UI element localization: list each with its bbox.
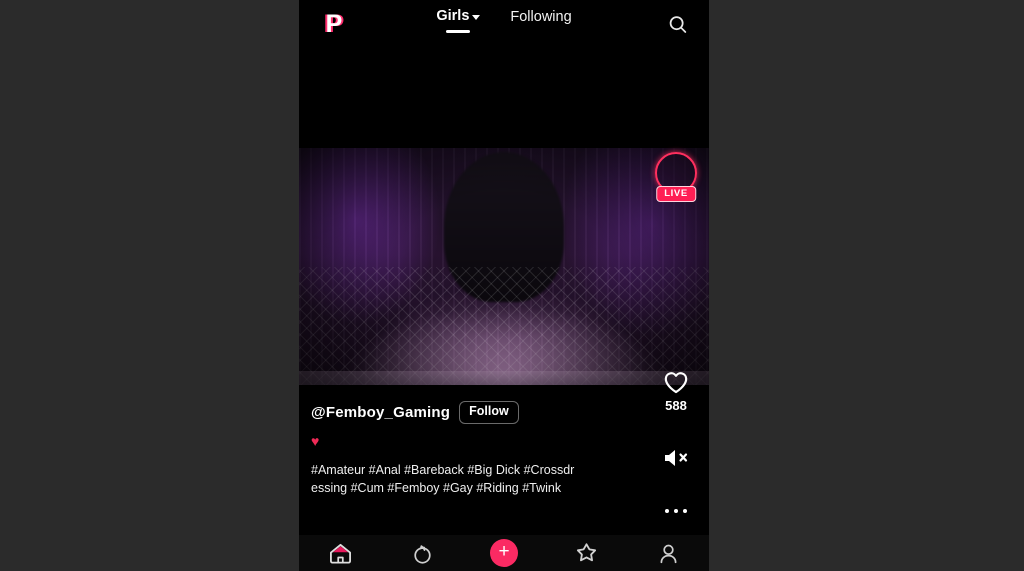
search-button[interactable] [665,12,691,38]
nav-item-favorites[interactable] [563,536,609,570]
plus-icon: + [490,539,518,567]
live-badge[interactable]: LIVE [651,152,701,202]
nav-item-discover[interactable] [399,536,445,570]
top-bar: P Girls Following [299,0,709,48]
username[interactable]: @Femboy_Gaming [311,404,450,421]
more-dots-icon [664,501,688,521]
video-frame[interactable] [299,148,709,385]
action-rail: 588 [653,370,699,521]
caption-heart-emoji: ♥ [311,432,320,449]
mute-button[interactable] [661,445,691,471]
live-label: LIVE [656,186,696,202]
star-icon [576,543,596,562]
tab-girls-label: Girls [436,8,470,24]
home-icon [329,543,351,564]
chevron-down-icon[interactable] [472,15,481,21]
hashtag-list[interactable]: #Amateur #Anal #Bareback #Big Dick #Cros… [311,461,579,497]
screen-root: LIVE P Girls Following @Femboy_Gaming Fo… [0,0,1024,571]
like-count: 588 [665,398,687,413]
video-meta: @Femboy_Gaming Follow ♥ #Amateur #Anal #… [299,385,709,525]
fruit-icon [413,544,431,564]
tab-girls[interactable]: Girls [436,8,481,34]
tab-following-label: Following [510,9,572,25]
user-row: @Femboy_Gaming Follow [311,401,709,424]
nav-item-home[interactable] [317,536,363,570]
phone-viewport: LIVE P Girls Following @Femboy_Gaming Fo… [299,0,709,571]
like-button[interactable]: 588 [663,370,689,413]
person-icon [660,544,676,563]
search-icon [669,16,687,33]
plus-glyph: + [498,541,510,562]
follow-button[interactable]: Follow [459,401,519,424]
nav-item-profile[interactable] [645,536,691,570]
tab-active-underline [446,30,471,34]
heart-icon [664,372,688,394]
top-tabs: Girls Following [299,8,709,34]
speaker-muted-icon [665,450,688,466]
video-vignette [299,148,709,385]
tab-following[interactable]: Following [510,8,571,34]
nav-item-create[interactable]: + [481,536,527,570]
bottom-nav: + [299,535,709,571]
more-options-button[interactable] [664,501,688,521]
